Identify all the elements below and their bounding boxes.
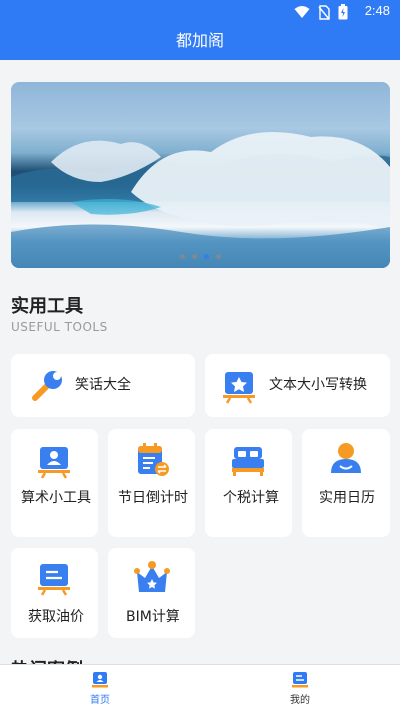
carousel-indicators[interactable]: [11, 254, 390, 259]
main-content[interactable]: 实用工具 USEFUL TOOLS 笑话大全 文本大小写转换 算术小工具 节日倒…: [0, 60, 400, 664]
tool-card-case-convert[interactable]: 文本大小写转换: [205, 354, 390, 417]
tool-label: 笑话大全: [75, 377, 131, 393]
crown-icon: [134, 561, 170, 592]
banner-carousel[interactable]: [11, 82, 390, 268]
tab-mine[interactable]: 我的: [270, 671, 330, 706]
tool-label: 文本大小写转换: [269, 377, 367, 393]
wrench-icon: [32, 371, 62, 401]
tool-card-bim[interactable]: BIM计算: [108, 548, 195, 638]
tool-label: 节日倒计时: [118, 490, 188, 506]
bottom-tab-bar: 首页 我的: [0, 664, 400, 711]
app-title: 都加阁: [175, 31, 224, 50]
presentation-user-icon: [38, 447, 70, 479]
section-subtitle: USEFUL TOOLS: [11, 320, 108, 334]
home-tab-icon: [92, 672, 108, 688]
carousel-dot[interactable]: [180, 254, 185, 259]
tab-mine-label: 我的: [290, 695, 310, 706]
tool-card-holiday-countdown[interactable]: 节日倒计时: [108, 429, 195, 537]
carousel-dot-active[interactable]: [204, 254, 209, 259]
battery-icon: [338, 4, 348, 20]
status-bar: 2:48: [0, 0, 400, 24]
tool-card-jokes[interactable]: 笑话大全: [11, 354, 195, 417]
bed-icon: [232, 447, 264, 476]
tool-label: 实用日历: [319, 490, 375, 506]
no-sim-icon: [318, 4, 330, 20]
tool-card-arithmetic[interactable]: 算术小工具: [11, 429, 98, 537]
tool-card-tax-calc[interactable]: 个税计算: [205, 429, 292, 537]
carousel-dot[interactable]: [192, 254, 197, 259]
app-bar: 都加阁: [0, 24, 400, 60]
section-title: 实用工具: [11, 296, 83, 317]
wave-image: [11, 132, 390, 268]
tool-card-calendar[interactable]: 实用日历: [302, 429, 390, 537]
next-section-title: 热门案例: [11, 656, 83, 664]
status-time: 2:48: [364, 3, 390, 18]
user-icon: [331, 443, 361, 473]
presentation-star-icon: [223, 372, 255, 404]
tool-label: 获取油价: [28, 609, 84, 625]
tab-home[interactable]: 首页: [70, 671, 130, 706]
carousel-dot[interactable]: [216, 254, 221, 259]
calendar-exchange-icon: [138, 443, 169, 476]
wifi-icon: [294, 6, 310, 18]
tool-label: 算术小工具: [21, 490, 91, 506]
document-icon: [38, 564, 70, 596]
tool-label: 个税计算: [223, 490, 279, 506]
tab-home-label: 首页: [90, 695, 110, 706]
mine-tab-icon: [292, 672, 308, 688]
tool-label: BIM计算: [126, 609, 180, 625]
status-icons: [294, 4, 348, 20]
tool-card-oil-price[interactable]: 获取油价: [11, 548, 98, 638]
